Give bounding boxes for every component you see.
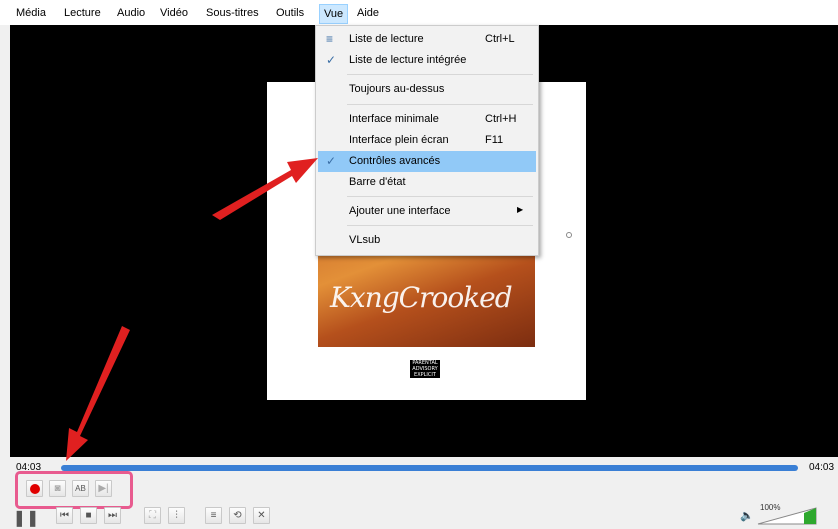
check-icon: ✓ [326,53,337,67]
menu-item-label: Liste de lecture [349,33,424,45]
previous-button[interactable]: ⏮ [56,507,73,524]
menu-item-label: Liste de lecture intégrée [349,54,467,66]
menu-audio[interactable]: Audio [117,6,145,20]
submenu-arrow-icon: ▶ [517,205,524,214]
view-menu-dropdown: ≡ Liste de lecture Ctrl+L ✓ Liste de lec… [315,25,539,256]
menu-separator [347,104,533,105]
album-signature: KxngCrooked [330,281,513,314]
menu-item-label: Ajouter une interface [349,205,451,217]
loop-button[interactable]: ⟲ [229,507,246,524]
menu-item-label: Toujours au-dessus [349,83,445,95]
playlist-button[interactable]: ≡ [205,507,222,524]
menu-aide[interactable]: Aide [357,6,379,20]
stop-icon: ■ [85,510,92,521]
menu-sous-titres[interactable]: Sous-titres [206,6,259,20]
menu-item-vlsub[interactable]: VLsub [318,230,536,251]
menu-item-label: Interface minimale [349,113,439,125]
menu-separator [347,196,533,197]
menu-item-fullscreen-interface[interactable]: Interface plein écran F11 [318,130,536,151]
menu-item-add-interface[interactable]: Ajouter une interface ▶ [318,201,536,222]
menu-lecture[interactable]: Lecture [64,6,101,20]
playlist-icon: ≡ [326,32,334,46]
menu-item-status-bar[interactable]: Barre d'état [318,172,536,193]
menu-separator [347,225,533,226]
pause-button[interactable]: ❚❚ [12,507,40,529]
menu-vue[interactable]: Vue [319,4,349,24]
parental-advisory-logo: PARENTAL ADVISORY EXPLICIT CONTENT [410,360,440,384]
menu-video[interactable]: Vidéo [160,6,188,20]
menu-item-label: VLsub [349,234,381,246]
menu-item-label: Interface plein écran [349,134,449,146]
menu-item-shortcut: Ctrl+L [485,33,515,45]
menu-item-advanced-controls[interactable]: ✓ Contrôles avancés [318,151,536,172]
equalizer-icon: ⫶ [175,510,178,521]
menu-item-integrated-playlist[interactable]: ✓ Liste de lecture intégrée [318,50,536,71]
menu-item-shortcut: F11 [485,134,504,146]
fullscreen-button[interactable]: ⛶ [144,507,161,524]
next-icon: ⏭ [108,510,117,521]
menu-separator [347,74,533,75]
menu-item-playlist[interactable]: ≡ Liste de lecture Ctrl+L [318,29,536,50]
volume-control[interactable]: 🔈 100% [740,503,820,525]
shuffle-button[interactable]: ✕ [253,507,270,524]
stop-button[interactable]: ■ [80,507,97,524]
menu-item-always-on-top[interactable]: Toujours au-dessus [318,79,536,100]
highlight-callout-box [15,471,133,509]
pause-icon: ❚❚ [12,510,40,527]
speaker-icon: 🔈 [740,510,754,522]
menu-bar: Média Lecture Audio Vidéo Sous-titres Ou… [0,0,838,25]
extended-settings-button[interactable]: ⫶ [168,507,185,524]
playlist-icon: ≡ [210,510,217,521]
menu-item-label: Contrôles avancés [349,155,441,167]
check-icon: ✓ [326,154,337,168]
menu-item-shortcut: Ctrl+H [485,113,517,125]
seek-slider[interactable] [61,465,798,471]
volume-level: 100% [760,503,781,512]
next-button[interactable]: ⏭ [104,507,121,524]
fullscreen-icon: ⛶ [149,510,156,521]
cursor-dot [566,232,572,238]
menu-item-label: Barre d'état [349,176,406,188]
menu-item-minimal-interface[interactable]: Interface minimale Ctrl+H [318,109,536,130]
menu-media[interactable]: Média [16,6,46,20]
loop-icon: ⟲ [233,510,242,521]
total-time: 04:03 [809,462,835,473]
shuffle-icon: ✕ [257,510,266,521]
seek-bar-row: 04:03 04:03 [10,457,838,478]
menu-outils[interactable]: Outils [276,6,304,20]
previous-icon: ⏮ [60,510,69,521]
